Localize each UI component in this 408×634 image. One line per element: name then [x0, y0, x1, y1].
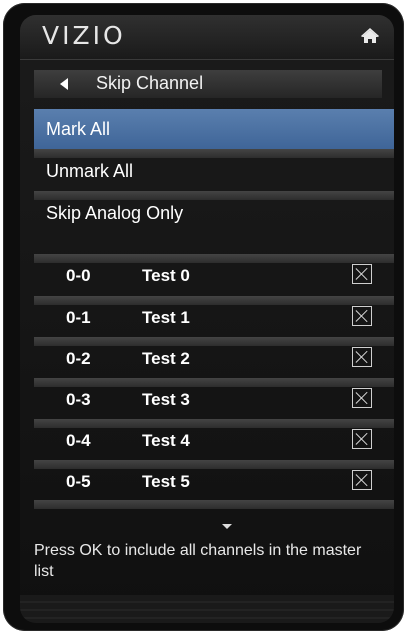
footer	[20, 595, 394, 623]
skip-checkbox-icon[interactable]	[352, 470, 372, 490]
channel-name: Test 0	[142, 266, 190, 285]
channel-number: 0-3	[66, 390, 91, 409]
menu-header: VIZIO	[20, 15, 394, 60]
brand-logo: VIZIO	[42, 21, 126, 50]
unmark-all-label: Unmark All	[46, 161, 134, 181]
channel-row[interactable]: 0-2 Test 2	[34, 342, 394, 375]
home-icon[interactable]	[360, 27, 380, 47]
channel-name: Test 4	[142, 431, 190, 450]
skip-checkbox-icon[interactable]	[352, 347, 372, 367]
channel-row[interactable]: 0-4 Test 4	[34, 424, 394, 457]
channel-number: 0-5	[66, 472, 91, 491]
skip-checkbox-icon[interactable]	[352, 388, 372, 408]
channel-row[interactable]: 0-0 Test 0	[34, 259, 394, 292]
channel-row[interactable]: 0-3 Test 3	[34, 383, 394, 416]
skip-checkbox-icon[interactable]	[352, 306, 372, 326]
skip-analog-only-label: Skip Analog Only	[46, 203, 184, 223]
menu-panel: VIZIO Skip Channel Mark All Unmark All S…	[20, 15, 394, 623]
channel-row[interactable]: 0-1 Test 1	[34, 301, 394, 334]
channel-number: 0-4	[66, 431, 91, 450]
channel-name: Test 2	[142, 349, 190, 368]
help-text: Press OK to include all channels in the …	[34, 542, 362, 580]
channel-number: 0-1	[66, 308, 91, 327]
page-title: Skip Channel	[96, 73, 204, 93]
unmark-all-item[interactable]: Unmark All	[34, 151, 394, 191]
skip-analog-only-item[interactable]: Skip Analog Only	[34, 193, 394, 233]
scroll-down-icon[interactable]	[222, 524, 232, 529]
channel-number: 0-2	[66, 349, 91, 368]
skip-checkbox-icon[interactable]	[352, 429, 372, 449]
list-divider	[34, 500, 394, 509]
channel-name: Test 5	[142, 472, 190, 491]
tv-menu-frame: VIZIO Skip Channel Mark All Unmark All S…	[3, 3, 404, 631]
back-nav[interactable]: Skip Channel	[34, 70, 382, 98]
mark-all-label: Mark All	[46, 119, 111, 139]
mark-all-item[interactable]: Mark All	[34, 109, 394, 149]
skip-checkbox-icon[interactable]	[352, 264, 372, 284]
channel-number: 0-0	[66, 266, 91, 285]
channel-name: Test 1	[142, 308, 190, 327]
channel-name: Test 3	[142, 390, 190, 409]
channel-row[interactable]: 0-5 Test 5	[34, 465, 394, 498]
back-arrow-icon[interactable]	[60, 78, 68, 90]
